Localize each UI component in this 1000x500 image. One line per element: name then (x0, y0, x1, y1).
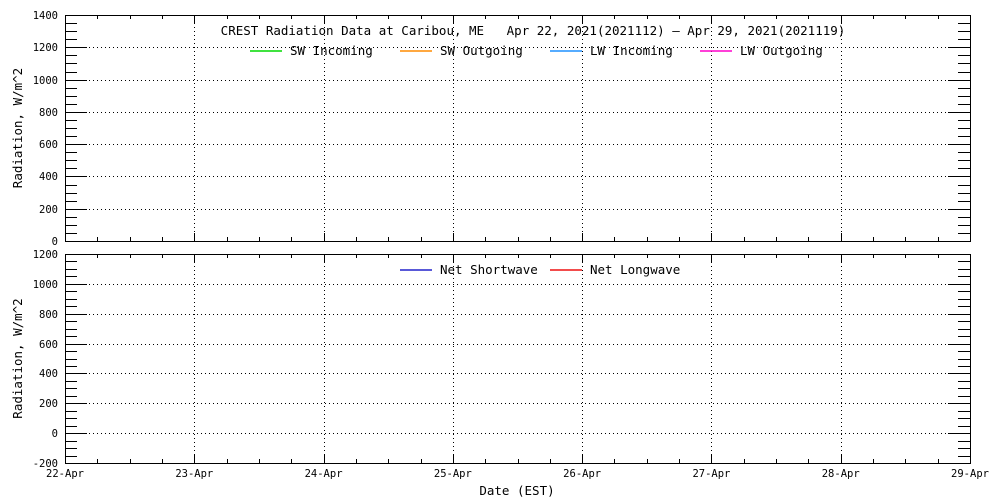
x-tick-label: 26-Apr (563, 468, 601, 480)
x-tick-label: 22-Apr (46, 468, 84, 480)
y-tick-label: 200 (39, 204, 58, 216)
y-tick-label: 0 (52, 428, 58, 440)
radiation-plot-page: 0 200 400 600 800 1000 1200 1400 Radiation, W/m^… (0, 0, 1000, 500)
y-tick-label: 0 (52, 236, 58, 248)
y-tick-label: 800 (39, 309, 58, 321)
panel-radiation-components: 0 200 400 600 800 1000 1200 1400 Radiation, W/m^… (10, 10, 971, 248)
y-tick-label: 800 (39, 107, 58, 119)
y-tick-label: 1000 (33, 75, 58, 87)
x-tick-label: 24-Apr (305, 468, 343, 480)
y-axis-label: Radiation, W/m^2 (10, 298, 25, 418)
y-tick-label: 400 (39, 171, 58, 183)
radiation-chart: 0 200 400 600 800 1000 1200 1400 Radiation, W/m^… (0, 0, 1000, 500)
y-tick-label: 200 (39, 398, 58, 410)
y-axis-label: Radiation, W/m^2 (10, 68, 25, 188)
y-tick-label: 600 (39, 139, 58, 151)
legend-label: Net Shortwave (440, 262, 538, 277)
y-tick-label: 400 (39, 368, 58, 380)
legend-label: LW Outgoing (740, 43, 823, 58)
x-tick-label: 23-Apr (175, 468, 213, 480)
x-tick-label: 28-Apr (822, 468, 860, 480)
y-tick-label: 1200 (33, 249, 58, 261)
panel-net-radiation: -20002004006008001000120022-Apr23-Apr24-… (10, 249, 989, 498)
y-tick-label: 600 (39, 339, 58, 351)
legend-label: SW Incoming (290, 43, 373, 58)
y-tick-label: 1200 (33, 42, 58, 54)
plot-frame (66, 255, 971, 464)
legend-label: Net Longwave (590, 262, 680, 277)
x-axis-label: Date (EST) (479, 483, 554, 498)
y-tick-label: 1000 (33, 279, 58, 291)
x-tick-label: 29-Apr (951, 468, 989, 480)
legend-label: SW Outgoing (440, 43, 523, 58)
y-tick-label: 1400 (33, 10, 58, 22)
x-tick-label: 27-Apr (692, 468, 730, 480)
legend-label: LW Incoming (590, 43, 673, 58)
chart-title: CREST Radiation Data at Caribou, ME Apr … (221, 23, 846, 38)
x-tick-label: 25-Apr (434, 468, 472, 480)
